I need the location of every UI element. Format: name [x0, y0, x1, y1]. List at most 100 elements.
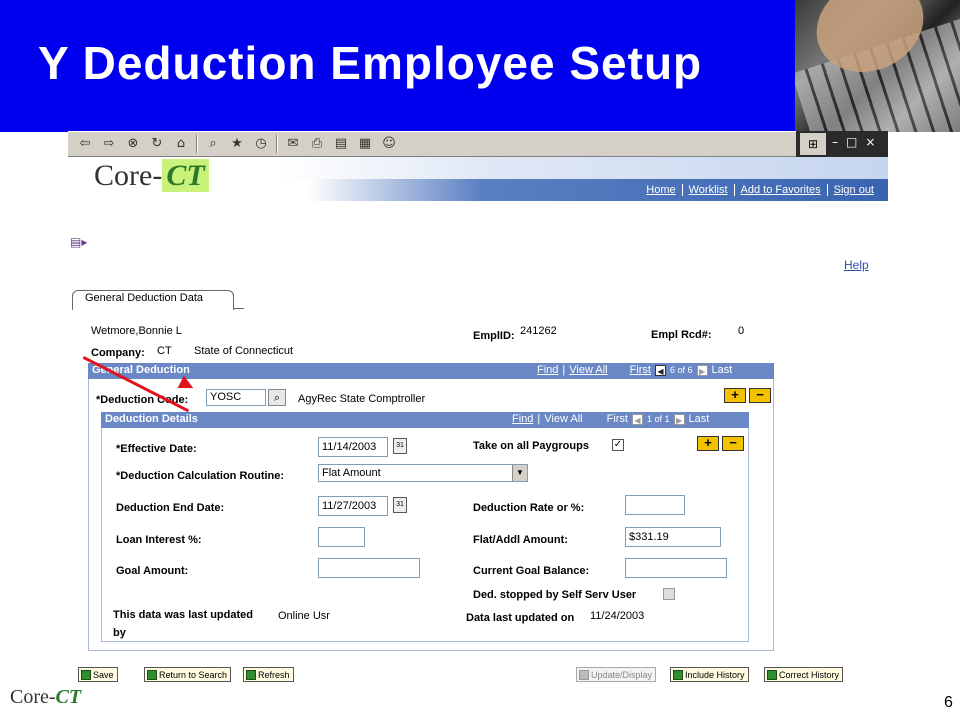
deduction-rate-label: Deduction Rate or %: [473, 502, 585, 514]
tab-underline [234, 308, 244, 309]
calc-routine-label: *Deduction Calculation Routine: [116, 470, 285, 482]
nav-worklist-link[interactable]: Worklist [681, 184, 734, 196]
end-date-input[interactable]: 11/27/2003 [318, 496, 388, 516]
employee-name: Wetmore,Bonnie L [91, 325, 182, 337]
return-to-search-button[interactable]: Return to Search [144, 667, 232, 682]
calc-routine-value: Flat Amount [322, 467, 381, 479]
gd-view-all-link[interactable]: View All [569, 364, 607, 376]
window-controls: ⊞ –□× [796, 131, 888, 157]
toolbar-separator [196, 135, 198, 153]
delete-row-button[interactable]: − [749, 388, 771, 403]
goal-amount-label: Goal Amount: [116, 565, 189, 577]
effective-date-input[interactable]: 11/14/2003 [318, 437, 388, 457]
calc-routine-select[interactable]: Flat Amount ▼ [318, 464, 528, 482]
goal-amount-input[interactable] [318, 558, 420, 578]
dd-next-arrow-icon: ▶ [673, 413, 685, 425]
correct-history-button[interactable]: Correct History [764, 667, 844, 682]
save-button[interactable]: Save [78, 667, 118, 682]
gd-last-label: Last [711, 364, 733, 376]
refresh-icon[interactable]: ↻ [148, 136, 166, 152]
effective-date-label: *Effective Date: [116, 443, 197, 455]
menu-toggle-icon[interactable]: ▤▸ [70, 235, 87, 249]
window-buttons[interactable]: –□× [832, 135, 883, 149]
back-icon[interactable]: ⇦ [76, 136, 94, 152]
logo-core-text: Core- [94, 159, 163, 192]
last-updated-label: This data was last updated [113, 609, 253, 621]
mail-icon[interactable]: ✉ [284, 136, 302, 152]
edit-icon[interactable]: ▤ [332, 136, 350, 152]
discuss-icon[interactable]: ▦ [356, 136, 374, 152]
gd-first-link[interactable]: First [630, 364, 651, 376]
save-button-label: Save [93, 670, 114, 680]
emplid-value: 241262 [520, 325, 557, 337]
nav-home-link[interactable]: Home [640, 184, 681, 196]
stop-icon[interactable]: ⊗ [124, 136, 142, 152]
return-to-search-label: Return to Search [159, 670, 228, 680]
correct-history-icon [767, 670, 777, 680]
loan-interest-label: Loan Interest %: [116, 534, 202, 546]
gd-prev-arrow-icon[interactable]: ◀ [654, 364, 666, 376]
gd-separator: | [562, 364, 566, 376]
dd-last-label: Last [688, 413, 710, 425]
print-icon[interactable]: ⎙ [308, 136, 326, 152]
refresh-button-label: Refresh [258, 670, 290, 680]
home-icon[interactable]: ⌂ [172, 136, 190, 152]
dd-prev-arrow-icon: ◀ [631, 413, 643, 425]
app-header: Core- CT Home Worklist Add to Favorites S… [68, 157, 888, 201]
toolbar-separator [276, 135, 278, 153]
include-history-icon [673, 670, 683, 680]
page-number: 6 [944, 694, 953, 711]
flat-addl-amount-label: Flat/Addl Amount: [473, 534, 568, 546]
favorites-icon[interactable]: ★ [228, 136, 246, 152]
dd-count: 1 of 1 [646, 414, 670, 424]
flat-addl-amount-input[interactable]: $331.19 [625, 527, 721, 547]
take-on-all-paygroups-checkbox[interactable]: ✓ [612, 439, 624, 451]
deduction-code-description: AgyRec State Comptroller [298, 393, 426, 405]
footer-logo-ct: CT [55, 686, 82, 708]
refresh-icon [246, 670, 256, 680]
gd-find-link[interactable]: Find [537, 364, 558, 376]
search-icon [147, 670, 157, 680]
details-add-row-button[interactable]: + [697, 436, 719, 451]
dd-find-link[interactable]: Find [512, 413, 533, 425]
deduction-details-title: Deduction Details [105, 413, 198, 425]
deduction-rate-input[interactable] [625, 495, 685, 515]
ded-stopped-label: Ded. stopped by Self Serv User [473, 589, 637, 601]
messenger-icon[interactable]: ☺ [380, 136, 398, 152]
current-goal-balance-label: Current Goal Balance: [473, 565, 590, 577]
deduction-code-input[interactable]: YOSC [206, 389, 266, 406]
include-history-label: Include History [685, 670, 745, 680]
search-icon[interactable]: ⌕ [204, 136, 222, 152]
chevron-down-icon[interactable]: ▼ [512, 465, 527, 481]
loan-interest-input[interactable] [318, 527, 365, 547]
details-delete-row-button[interactable]: − [722, 436, 744, 451]
current-goal-balance-input[interactable] [625, 558, 727, 578]
windows-logo-icon: ⊞ [800, 133, 826, 155]
general-deduction-nav: Find | View All First ◀ 6 of 6 ▶ Last [537, 364, 732, 376]
update-icon [579, 670, 589, 680]
add-row-button[interactable]: + [724, 388, 746, 403]
slide-title: Y Deduction Employee Setup [38, 37, 703, 89]
update-display-label: Update/Display [591, 670, 653, 680]
dd-separator: | [537, 413, 541, 425]
refresh-button[interactable]: Refresh [243, 667, 294, 682]
dd-view-all-label: View All [544, 413, 583, 425]
gd-count: 6 of 6 [669, 365, 693, 375]
forward-icon[interactable]: ⇨ [100, 136, 118, 152]
nav-sign-out-link[interactable]: Sign out [826, 184, 880, 196]
empl-rcd-value: 0 [738, 325, 745, 337]
gd-next-arrow-icon: ▶ [696, 364, 708, 376]
history-icon[interactable]: ◷ [252, 136, 270, 152]
save-icon [81, 670, 91, 680]
calendar-icon[interactable]: 31 [393, 497, 407, 513]
update-display-button: Update/Display [576, 667, 657, 682]
ded-stopped-checkbox [663, 588, 675, 600]
include-history-button[interactable]: Include History [670, 667, 749, 682]
lookup-icon[interactable]: ⌕ [268, 389, 286, 406]
calendar-icon[interactable]: 31 [393, 438, 407, 454]
tab-general-deduction-data[interactable]: General Deduction Data [72, 290, 234, 310]
help-link[interactable]: Help [844, 258, 869, 272]
dd-first-label: First [606, 413, 628, 425]
company-name: State of Connecticut [194, 345, 294, 357]
nav-add-to-favorites-link[interactable]: Add to Favorites [733, 184, 827, 196]
